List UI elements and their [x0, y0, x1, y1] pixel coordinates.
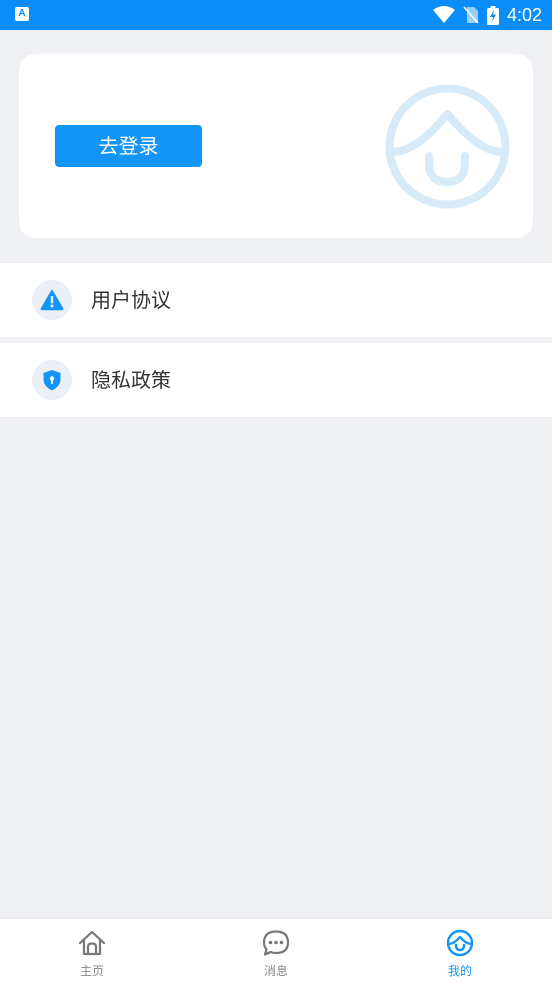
no-sim-icon [463, 6, 479, 24]
tab-home[interactable]: 主页 [0, 919, 184, 983]
shield-icon [43, 370, 61, 391]
menu-item-label: 用户协议 [91, 288, 171, 312]
battery-charging-icon [486, 5, 499, 25]
tab-messages[interactable]: 消息 [184, 919, 368, 983]
tab-mine[interactable]: 我的 [368, 919, 552, 983]
alert-triangle-icon [40, 289, 64, 311]
tab-label: 消息 [263, 964, 288, 978]
menu-item-privacy-policy[interactable]: 隐私政策 [0, 343, 552, 417]
status-right-group: 4:02 [432, 0, 542, 30]
status-bar: A 4:02 [0, 0, 552, 30]
menu-icon-wrap [32, 280, 72, 320]
menu-icon-wrap [32, 360, 72, 400]
menu-item-label: 隐私政策 [91, 368, 171, 392]
status-time: 4:02 [506, 5, 542, 25]
wifi-icon [432, 6, 455, 23]
tab-label: 我的 [447, 964, 472, 978]
bottom-tab-bar: 主页 消息 我的 [0, 918, 552, 983]
login-button[interactable]: 去登录 [55, 125, 202, 167]
face-icon [446, 929, 474, 957]
menu-item-user-agreement[interactable]: 用户协议 [0, 263, 552, 337]
default-avatar-icon [385, 84, 510, 209]
app-notification-icon: A [15, 7, 29, 21]
home-icon [78, 930, 106, 956]
tab-label: 主页 [79, 964, 104, 978]
chat-bubble-icon [262, 930, 290, 956]
profile-card: 去登录 [19, 54, 533, 238]
